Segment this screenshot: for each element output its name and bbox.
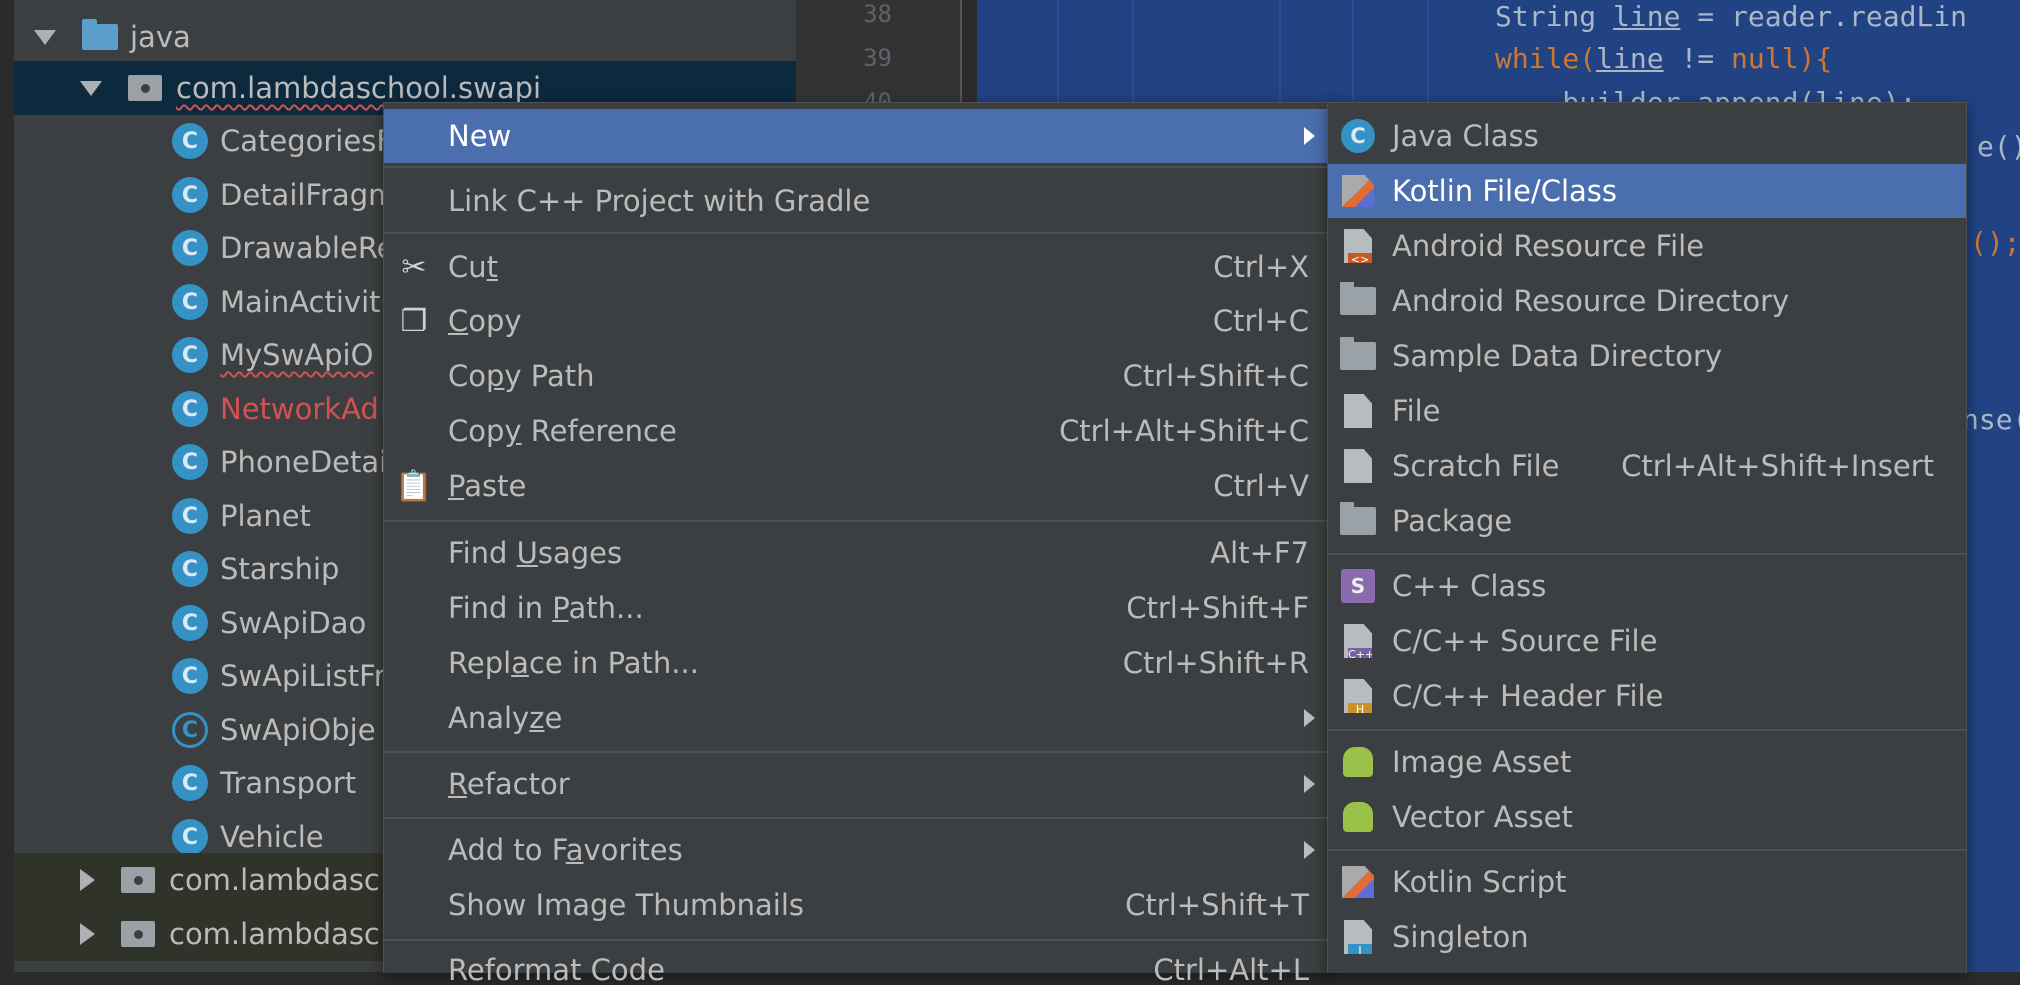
class-icon: C [172, 391, 208, 427]
android-icon [1340, 744, 1376, 780]
menu-item-copy[interactable]: ❐ Copy Ctrl+C [384, 294, 1331, 348]
java-class-icon: C [1340, 118, 1376, 154]
tree-item-java[interactable]: java [14, 10, 796, 64]
object-class-icon: C [172, 712, 208, 748]
submenu-item-singleton[interactable]: J Singleton [1328, 910, 1966, 964]
submenu-item-android-resource-file[interactable]: <> Android Resource File [1328, 219, 1966, 273]
menu-item-replace-in-path[interactable]: Replace in Path... Ctrl+Shift+R [384, 636, 1331, 690]
code-line: while(line != null){ [1495, 42, 1833, 75]
class-icon: C [172, 284, 208, 320]
folder-icon [82, 19, 118, 50]
submenu-item-package[interactable]: Package [1328, 494, 1966, 548]
class-icon: C [172, 177, 208, 213]
menu-item-reformat-code[interactable]: Reformat Code Ctrl+Alt+L [384, 945, 1331, 985]
line-number: 38 [863, 0, 892, 28]
class-icon: C [172, 819, 208, 855]
cpp-source-icon: C++ [1340, 623, 1376, 659]
package-icon [121, 921, 155, 947]
context-menu: New Link C++ Project with Gradle ✂ Cut C… [383, 102, 1332, 985]
submenu-item-cpp-class[interactable]: S C++ Class [1328, 559, 1966, 613]
submenu-arrow-icon [1304, 127, 1315, 145]
submenu-item-cpp-header-file[interactable]: H C/C++ Header File [1328, 669, 1966, 723]
submenu-item-kotlin-script[interactable]: Kotlin Script [1328, 855, 1966, 909]
class-icon: C [172, 123, 208, 159]
menu-item-cut[interactable]: ✂ Cut Ctrl+X [384, 240, 1331, 294]
menu-item-find-usages[interactable]: Find Usages Alt+F7 [384, 526, 1331, 580]
cpp-class-icon: S [1340, 568, 1376, 604]
menu-item-analyze[interactable]: Analyze [384, 691, 1331, 745]
singleton-icon: J [1340, 919, 1376, 955]
kotlin-script-icon [1340, 864, 1376, 900]
menu-item-copy-path[interactable]: Copy Path Ctrl+Shift+C [384, 349, 1331, 403]
folder-icon [1340, 337, 1376, 374]
class-icon: C [172, 658, 208, 694]
expand-arrow-icon[interactable] [80, 923, 95, 945]
submenu-item-sample-data-directory[interactable]: Sample Data Directory [1328, 329, 1966, 383]
expand-arrow-icon[interactable] [80, 80, 102, 96]
code-line: String line = reader.readLin [1495, 0, 1968, 33]
file-icon [1340, 393, 1376, 429]
code-fragment: e() [1977, 130, 2020, 163]
code-fragment: (); [1970, 226, 2020, 259]
menu-item-copy-reference[interactable]: Copy Reference Ctrl+Alt+Shift+C [384, 404, 1331, 458]
class-icon: C [172, 444, 208, 480]
menu-item-new[interactable]: New [384, 109, 1331, 163]
scissors-icon: ✂ [401, 249, 427, 285]
class-icon: C [172, 337, 208, 373]
class-icon: C [172, 551, 208, 587]
submenu-arrow-icon [1304, 709, 1315, 727]
new-submenu: C Java Class Kotlin File/Class <> Androi… [1327, 102, 1967, 973]
package-icon [1340, 502, 1376, 539]
line-number: 39 [863, 44, 892, 72]
clipboard-icon: 📋 [395, 468, 433, 504]
menu-item-show-thumbnails[interactable]: Show Image Thumbnails Ctrl+Shift+T [384, 878, 1331, 932]
class-icon: C [172, 230, 208, 266]
folder-icon [1340, 282, 1376, 319]
code-fragment: nse( [1962, 403, 2020, 436]
menu-item-add-to-favorites[interactable]: Add to Favorites [384, 823, 1331, 877]
menu-item-refactor[interactable]: Refactor [384, 757, 1331, 811]
menu-item-link-cpp[interactable]: Link C++ Project with Gradle [384, 174, 1331, 228]
class-icon: C [172, 498, 208, 534]
submenu-item-cpp-source-file[interactable]: C++ C/C++ Source File [1328, 614, 1966, 668]
submenu-item-kotlin-file[interactable]: Kotlin File/Class [1328, 164, 1966, 218]
submenu-item-vector-asset[interactable]: Vector Asset [1328, 790, 1966, 844]
submenu-item-java-class[interactable]: C Java Class [1328, 109, 1966, 163]
submenu-arrow-icon [1304, 775, 1315, 793]
class-icon: C [172, 605, 208, 641]
scratch-file-icon [1340, 448, 1376, 484]
copy-icon: ❐ [400, 303, 428, 339]
submenu-item-file[interactable]: File [1328, 384, 1966, 438]
kotlin-file-icon [1340, 173, 1376, 209]
class-icon: C [172, 765, 208, 801]
submenu-item-image-asset[interactable]: Image Asset [1328, 735, 1966, 789]
menu-item-find-in-path[interactable]: Find in Path... Ctrl+Shift+F [384, 581, 1331, 635]
submenu-arrow-icon [1304, 841, 1315, 859]
cpp-header-icon: H [1340, 678, 1376, 714]
submenu-item-scratch-file[interactable]: Scratch File Ctrl+Alt+Shift+Insert [1328, 439, 1966, 493]
expand-arrow-icon[interactable] [80, 869, 95, 891]
package-icon [121, 867, 155, 893]
android-icon [1340, 799, 1376, 835]
submenu-item-android-resource-directory[interactable]: Android Resource Directory [1328, 274, 1966, 328]
android-resource-file-icon: <> [1340, 228, 1376, 264]
menu-item-paste[interactable]: 📋 Paste Ctrl+V [384, 459, 1331, 513]
package-icon [128, 75, 162, 101]
expand-arrow-icon[interactable] [34, 29, 56, 45]
